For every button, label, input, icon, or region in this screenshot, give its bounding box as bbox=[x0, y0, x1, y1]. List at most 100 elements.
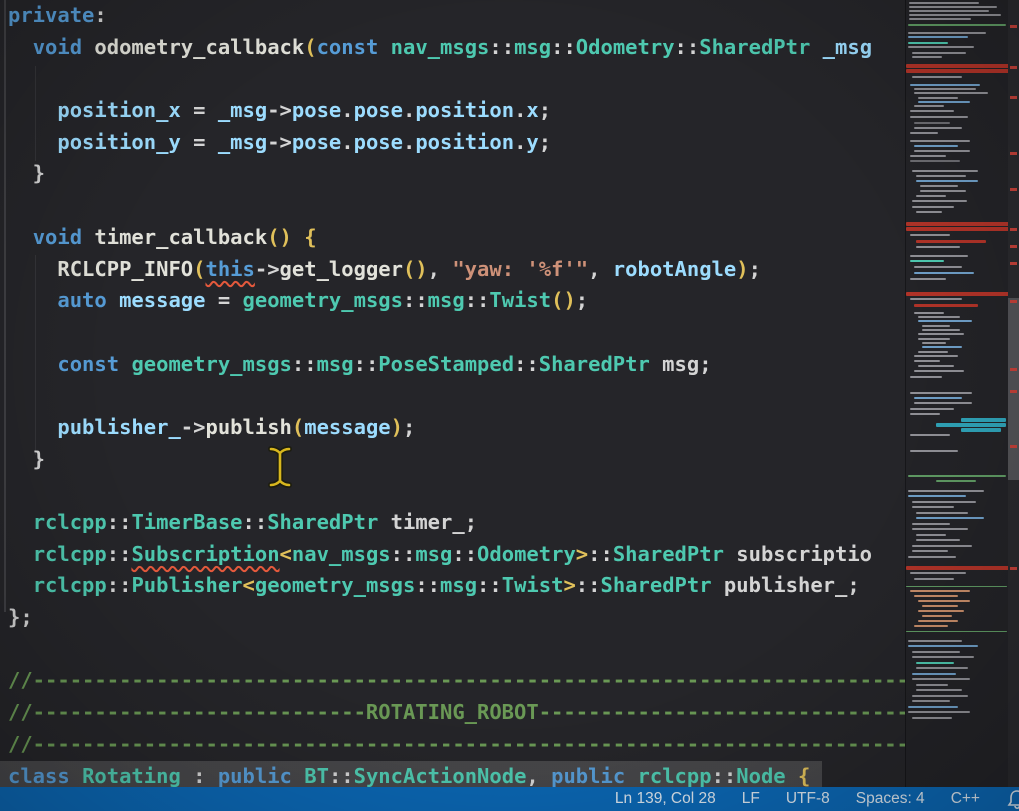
minimap-row bbox=[914, 272, 974, 274]
minimap-row bbox=[908, 475, 1006, 477]
minimap-row bbox=[914, 402, 972, 404]
minimap-row bbox=[918, 338, 950, 340]
scrollbar[interactable] bbox=[1008, 0, 1019, 787]
minimap-row bbox=[912, 695, 968, 697]
minimap-row bbox=[910, 132, 938, 134]
code-line[interactable]: } bbox=[0, 444, 905, 476]
minimap-row bbox=[910, 116, 968, 118]
minimap-row bbox=[918, 610, 964, 612]
minimap-row bbox=[916, 512, 968, 514]
minimap-row bbox=[910, 155, 946, 157]
minimap-row bbox=[918, 320, 972, 322]
status-indentation[interactable]: Spaces: 4 bbox=[856, 790, 925, 807]
minimap-row bbox=[906, 566, 1009, 570]
overview-error-mark bbox=[1010, 152, 1017, 155]
minimap-row bbox=[914, 92, 988, 94]
code-editor[interactable]: private: void odometry_callback(const na… bbox=[0, 0, 905, 787]
code-line[interactable] bbox=[0, 380, 905, 412]
code-line[interactable]: //---------------------------ROTATING_RO… bbox=[0, 697, 905, 729]
minimap-row bbox=[910, 110, 954, 112]
code-line[interactable]: } bbox=[0, 158, 905, 190]
minimap-row bbox=[908, 556, 956, 558]
minimap-row bbox=[908, 24, 1006, 26]
code-line[interactable]: //--------------------------------------… bbox=[0, 665, 905, 697]
minimap-row bbox=[910, 278, 946, 280]
minimap-row bbox=[914, 122, 950, 124]
code-line[interactable]: class Rotating : public BT::SyncActionNo… bbox=[0, 761, 905, 788]
overview-error-mark bbox=[1010, 25, 1017, 28]
code-line[interactable]: auto message = geometry_msgs::msg::Twist… bbox=[0, 285, 905, 317]
code-line[interactable]: //--------------------------------------… bbox=[0, 729, 905, 761]
minimap-row bbox=[910, 408, 954, 410]
code-line[interactable] bbox=[0, 317, 905, 349]
minimap-row bbox=[910, 84, 980, 86]
minimap[interactable] bbox=[905, 0, 1009, 787]
code-line[interactable] bbox=[0, 190, 905, 222]
code-line[interactable]: publisher_->publish(message); bbox=[0, 412, 905, 444]
status-cursor-position[interactable]: Ln 139, Col 28 bbox=[615, 790, 716, 807]
code-line[interactable]: const geometry_msgs::msg::PoseStamped::S… bbox=[0, 349, 905, 381]
minimap-row bbox=[908, 42, 948, 44]
minimap-row bbox=[908, 36, 968, 38]
code-line[interactable] bbox=[0, 475, 905, 507]
status-encoding[interactable]: UTF-8 bbox=[786, 790, 830, 807]
minimap-row bbox=[912, 501, 976, 503]
minimap-row bbox=[916, 684, 948, 686]
minimap-row bbox=[908, 490, 984, 492]
code-line[interactable]: }; bbox=[0, 602, 905, 634]
code-line[interactable]: void odometry_callback(const nav_msgs::m… bbox=[0, 32, 905, 64]
overview-error-mark bbox=[1010, 66, 1017, 69]
minimap-row bbox=[914, 397, 962, 399]
minimap-row bbox=[910, 434, 950, 436]
minimap-row bbox=[920, 185, 958, 187]
minimap-row bbox=[922, 329, 960, 331]
code-line[interactable]: position_y = _msg->pose.pose.position.y; bbox=[0, 127, 905, 159]
minimap-row bbox=[914, 145, 958, 147]
minimap-row bbox=[910, 160, 960, 162]
minimap-row bbox=[916, 211, 942, 213]
minimap-row bbox=[912, 506, 954, 508]
minimap-row bbox=[908, 711, 970, 713]
minimap-row bbox=[910, 255, 968, 257]
notifications-bell-icon[interactable] bbox=[1006, 789, 1019, 809]
status-language-mode[interactable]: C++ bbox=[951, 790, 980, 807]
minimap-row bbox=[914, 625, 948, 627]
code-line[interactable]: RCLCPP_INFO(this->get_logger(), "yaw: '%… bbox=[0, 254, 905, 286]
overview-error-mark bbox=[1010, 368, 1017, 371]
minimap-row bbox=[918, 316, 960, 318]
minimap-row bbox=[910, 392, 972, 394]
minimap-row bbox=[912, 523, 950, 525]
minimap-row bbox=[912, 200, 967, 202]
minimap-row bbox=[910, 234, 950, 236]
overview-error-mark bbox=[1010, 228, 1017, 231]
minimap-row bbox=[914, 370, 964, 372]
minimap-row bbox=[910, 140, 970, 142]
code-line[interactable] bbox=[0, 634, 905, 666]
minimap-row bbox=[912, 673, 956, 675]
scrollbar-thumb[interactable] bbox=[1008, 298, 1019, 480]
code-line[interactable] bbox=[0, 63, 905, 95]
minimap-row bbox=[906, 227, 1009, 231]
minimap-row bbox=[912, 678, 970, 680]
code-line[interactable]: rclcpp::Publisher<geometry_msgs::msg::Tw… bbox=[0, 570, 905, 602]
minimap-row bbox=[912, 545, 972, 547]
code-line[interactable]: rclcpp::TimerBase::SharedPtr timer_; bbox=[0, 507, 905, 539]
minimap-row bbox=[912, 550, 948, 552]
minimap-row bbox=[912, 76, 962, 78]
code-line[interactable]: rclcpp::Subscription<nav_msgs::msg::Odom… bbox=[0, 539, 905, 571]
minimap-row bbox=[922, 325, 950, 327]
minimap-row bbox=[922, 605, 958, 607]
code-line[interactable]: position_x = _msg->pose.pose.position.x; bbox=[0, 95, 905, 127]
code-line[interactable]: void timer_callback() { bbox=[0, 222, 905, 254]
minimap-row bbox=[916, 180, 978, 182]
minimap-row bbox=[916, 534, 946, 536]
code-line[interactable]: private: bbox=[0, 0, 905, 32]
status-eol-sequence[interactable]: LF bbox=[742, 790, 760, 807]
minimap-row bbox=[906, 292, 1009, 296]
minimap-row bbox=[961, 428, 1001, 432]
overview-error-mark bbox=[1010, 567, 1017, 570]
minimap-row bbox=[918, 600, 970, 602]
minimap-row bbox=[914, 266, 962, 268]
minimap-row bbox=[916, 175, 966, 177]
minimap-row bbox=[909, 10, 989, 12]
